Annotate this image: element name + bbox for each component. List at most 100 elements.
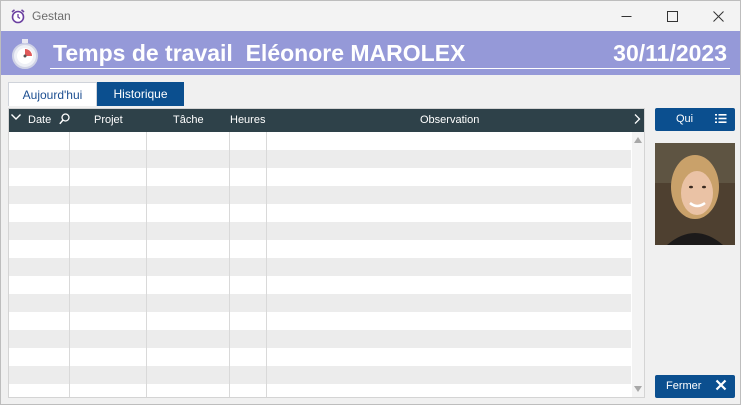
table-row[interactable] xyxy=(9,240,631,258)
table-cell[interactable] xyxy=(230,348,267,366)
table-cell[interactable] xyxy=(267,204,631,222)
table-cell[interactable] xyxy=(147,366,230,384)
table-cell[interactable] xyxy=(230,258,267,276)
table-row[interactable] xyxy=(9,186,631,204)
table-row[interactable] xyxy=(9,150,631,168)
table-cell[interactable] xyxy=(9,258,70,276)
table-cell[interactable] xyxy=(267,294,631,312)
maximize-button[interactable] xyxy=(649,1,695,31)
table-cell[interactable] xyxy=(267,330,631,348)
table-cell[interactable] xyxy=(9,330,70,348)
table-cell[interactable] xyxy=(147,240,230,258)
table-cell[interactable] xyxy=(230,384,267,397)
table-cell[interactable] xyxy=(267,384,631,397)
table-cell[interactable] xyxy=(70,132,147,150)
table-row[interactable] xyxy=(9,384,631,397)
table-cell[interactable] xyxy=(147,168,230,186)
table-cell[interactable] xyxy=(230,132,267,150)
scroll-up-icon[interactable] xyxy=(634,137,642,143)
table-cell[interactable] xyxy=(147,330,230,348)
tab-aujourdhui[interactable]: Aujourd'hui xyxy=(8,82,97,106)
table-row[interactable] xyxy=(9,132,631,150)
search-icon[interactable] xyxy=(59,113,70,125)
table-cell[interactable] xyxy=(230,240,267,258)
table-row[interactable] xyxy=(9,222,631,240)
table-cell[interactable] xyxy=(267,222,631,240)
table-cell[interactable] xyxy=(9,168,70,186)
tab-historique[interactable]: Historique xyxy=(97,82,184,106)
table-row[interactable] xyxy=(9,294,631,312)
table-cell[interactable] xyxy=(70,330,147,348)
table-cell[interactable] xyxy=(147,384,230,397)
table-cell[interactable] xyxy=(70,384,147,397)
table-row[interactable] xyxy=(9,276,631,294)
table-cell[interactable] xyxy=(230,168,267,186)
table-cell[interactable] xyxy=(230,150,267,168)
minimize-button[interactable] xyxy=(603,1,649,31)
table-cell[interactable] xyxy=(147,312,230,330)
table-cell[interactable] xyxy=(70,366,147,384)
scroll-down-icon[interactable] xyxy=(634,386,642,392)
table-cell[interactable] xyxy=(9,294,70,312)
table-cell[interactable] xyxy=(70,348,147,366)
table-cell[interactable] xyxy=(70,312,147,330)
close-window-button[interactable] xyxy=(695,1,741,31)
table-row[interactable] xyxy=(9,348,631,366)
table-cell[interactable] xyxy=(267,186,631,204)
table-row[interactable] xyxy=(9,168,631,186)
table-cell[interactable] xyxy=(9,132,70,150)
table-cell[interactable] xyxy=(267,168,631,186)
table-cell[interactable] xyxy=(9,384,70,397)
table-cell[interactable] xyxy=(147,348,230,366)
column-header-heures[interactable]: Heures xyxy=(230,114,265,126)
table-cell[interactable] xyxy=(9,186,70,204)
table-cell[interactable] xyxy=(9,150,70,168)
column-header-observation[interactable]: Observation xyxy=(420,114,479,126)
table-cell[interactable] xyxy=(230,204,267,222)
table-cell[interactable] xyxy=(70,276,147,294)
table-cell[interactable] xyxy=(70,240,147,258)
table-cell[interactable] xyxy=(9,204,70,222)
table-cell[interactable] xyxy=(147,132,230,150)
table-row[interactable] xyxy=(9,330,631,348)
table-cell[interactable] xyxy=(267,240,631,258)
table-cell[interactable] xyxy=(267,150,631,168)
table-cell[interactable] xyxy=(230,186,267,204)
table-cell[interactable] xyxy=(267,312,631,330)
table-cell[interactable] xyxy=(147,276,230,294)
table-cell[interactable] xyxy=(70,168,147,186)
table-cell[interactable] xyxy=(9,240,70,258)
table-cell[interactable] xyxy=(230,276,267,294)
table-cell[interactable] xyxy=(230,294,267,312)
table-row[interactable] xyxy=(9,258,631,276)
column-header-tache[interactable]: Tâche xyxy=(173,114,204,126)
table-cell[interactable] xyxy=(267,258,631,276)
fermer-button[interactable]: Fermer xyxy=(655,375,735,398)
table-cell[interactable] xyxy=(147,150,230,168)
table-cell[interactable] xyxy=(9,276,70,294)
table-row[interactable] xyxy=(9,366,631,384)
table-cell[interactable] xyxy=(70,258,147,276)
table-cell[interactable] xyxy=(70,150,147,168)
table-cell[interactable] xyxy=(230,330,267,348)
table-cell[interactable] xyxy=(70,222,147,240)
table-cell[interactable] xyxy=(267,132,631,150)
table-row[interactable] xyxy=(9,204,631,222)
table-cell[interactable] xyxy=(70,186,147,204)
table-cell[interactable] xyxy=(230,312,267,330)
table-cell[interactable] xyxy=(230,222,267,240)
column-header-date[interactable]: Date xyxy=(28,114,51,126)
table-cell[interactable] xyxy=(9,348,70,366)
table-cell[interactable] xyxy=(147,204,230,222)
table-cell[interactable] xyxy=(267,366,631,384)
table-cell[interactable] xyxy=(70,294,147,312)
qui-button[interactable]: Qui xyxy=(655,108,735,131)
table-cell[interactable] xyxy=(70,204,147,222)
chevron-down-icon[interactable] xyxy=(10,111,22,123)
table-cell[interactable] xyxy=(230,366,267,384)
table-cell[interactable] xyxy=(147,294,230,312)
table-cell[interactable] xyxy=(9,312,70,330)
table-cell[interactable] xyxy=(147,258,230,276)
table-row[interactable] xyxy=(9,312,631,330)
vertical-scrollbar[interactable] xyxy=(632,132,644,397)
